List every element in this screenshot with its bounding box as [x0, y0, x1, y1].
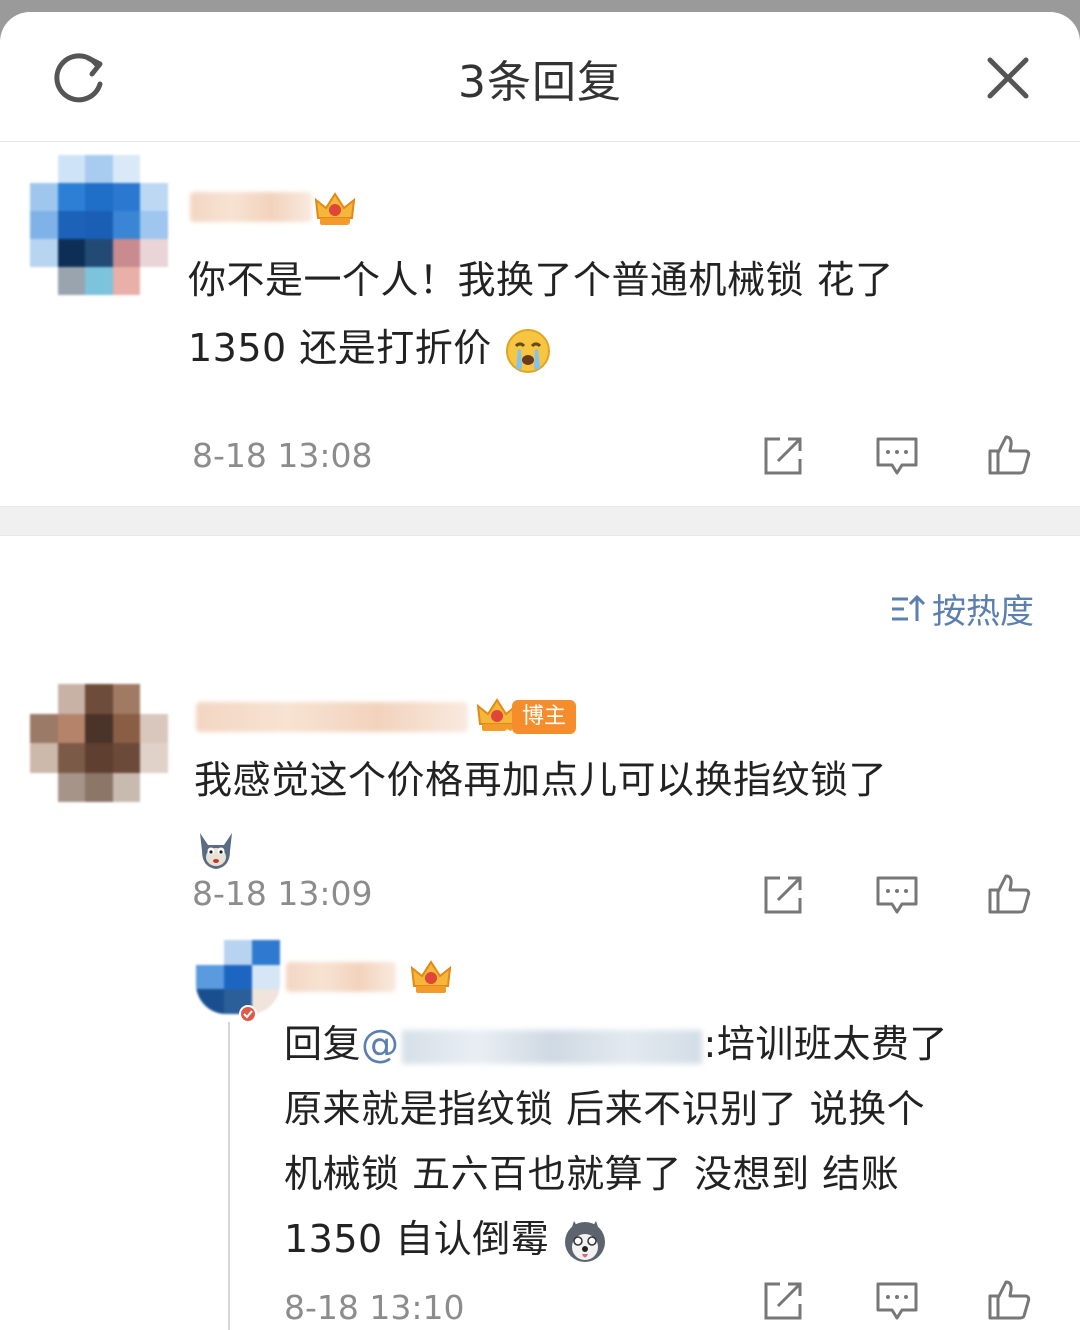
like-icon[interactable]	[986, 870, 1032, 916]
vip-crown-icon	[410, 960, 452, 993]
comment-icon[interactable]	[874, 433, 920, 479]
comment-time: 8-18 13:09	[192, 874, 373, 913]
username-blurred[interactable]	[196, 702, 468, 732]
tom-cat-emoji-icon	[200, 832, 232, 869]
close-icon[interactable]	[982, 52, 1034, 104]
sheet-title: 3条回复	[458, 57, 622, 108]
comment-time: 8-18 13:10	[284, 1288, 465, 1327]
avatar[interactable]	[30, 684, 168, 802]
share-icon[interactable]	[760, 1278, 806, 1324]
crying-emoji-icon	[506, 328, 551, 373]
avatar[interactable]	[30, 155, 168, 295]
section-divider	[0, 506, 1080, 536]
comment-text: 你不是一个人！我换了个普通机械锁 花了 1350 还是打折价	[188, 246, 1048, 382]
like-icon[interactable]	[986, 431, 1032, 477]
username-blurred[interactable]	[286, 962, 396, 992]
comment-icon[interactable]	[874, 872, 920, 918]
sort-icon	[892, 594, 926, 621]
vip-crown-icon: 7	[314, 192, 356, 234]
sheet-header: 3条回复	[0, 12, 1080, 142]
comment-icon[interactable]	[874, 1278, 920, 1324]
share-icon[interactable]	[760, 433, 806, 479]
husky-emoji-icon	[564, 1220, 605, 1262]
reply-sheet: 3条回复 7 你不是一个人！我换了个普通机械锁 花了 1350 还是打折价 8-…	[0, 12, 1080, 1330]
comment-time: 8-18 13:08	[192, 436, 373, 475]
comment-text: 回复@:培训班太费了 原来就是指纹锁 后来不识别了 说换个 机械锁 五六百也就算…	[284, 1012, 1064, 1272]
verified-badge-icon	[239, 1005, 257, 1023]
blogger-badge: 博主	[512, 700, 577, 734]
comment-text: 我感觉这个价格再加点儿可以换指纹锁了	[194, 746, 1054, 870]
sort-label: 按热度	[932, 592, 1034, 632]
mention-link[interactable]: @	[361, 1022, 704, 1066]
mention-name-blurred	[401, 1029, 702, 1064]
like-icon[interactable]	[986, 1276, 1032, 1322]
svg-text:7: 7	[348, 221, 355, 234]
username-blurred[interactable]	[190, 192, 312, 222]
avatar[interactable]	[196, 940, 280, 1014]
thread-line	[228, 1022, 230, 1330]
sort-by-hot-button[interactable]: 按热度	[890, 584, 1034, 633]
share-icon[interactable]	[760, 872, 806, 918]
svg-text:6: 6	[504, 727, 511, 740]
